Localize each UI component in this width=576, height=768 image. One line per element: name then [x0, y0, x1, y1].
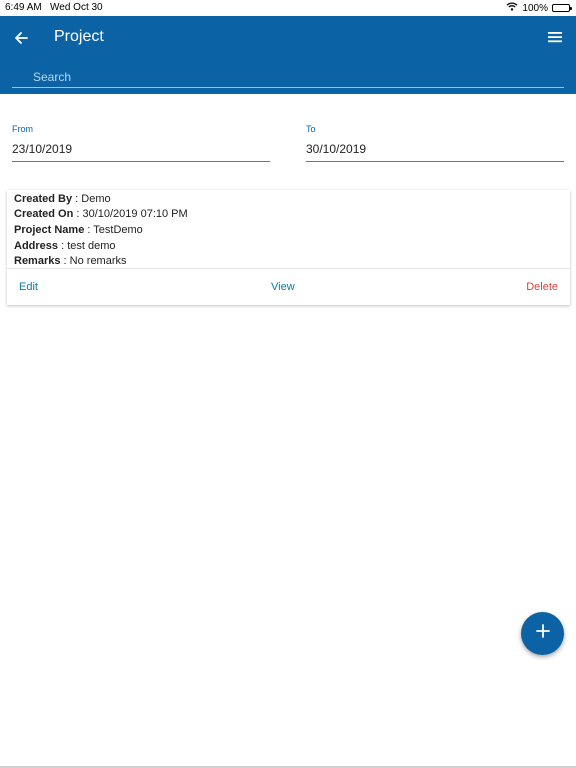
- project-card: Created By : Demo Created On : 30/10/201…: [7, 190, 570, 305]
- plus-icon: [535, 624, 550, 643]
- page-title: Project: [54, 28, 104, 45]
- delete-button[interactable]: Delete: [526, 281, 558, 293]
- remarks-value: : No remarks: [63, 255, 127, 267]
- status-date: Wed Oct 30: [50, 2, 103, 13]
- status-right: 100%: [506, 2, 572, 14]
- card-row-created-on: Created On : 30/10/2019 07:10 PM: [14, 208, 188, 220]
- card-row-address: Address : test demo: [14, 240, 116, 252]
- add-project-button[interactable]: [521, 612, 564, 655]
- created-by-value: : Demo: [75, 193, 111, 205]
- wifi-icon: [506, 2, 518, 14]
- address-value: : test demo: [61, 240, 116, 252]
- back-arrow-icon[interactable]: [10, 26, 34, 50]
- from-date-field[interactable]: From 23/10/2019: [12, 124, 270, 162]
- view-button[interactable]: View: [271, 281, 295, 293]
- app-bar: Project: [0, 16, 576, 94]
- created-on-label: Created On: [14, 208, 74, 220]
- card-row-remarks: Remarks : No remarks: [14, 255, 127, 267]
- search-bar: [12, 66, 564, 88]
- from-label: From: [12, 124, 33, 134]
- to-label: To: [306, 124, 316, 134]
- remarks-label: Remarks: [14, 255, 61, 267]
- created-on-value: : 30/10/2019 07:10 PM: [76, 208, 188, 220]
- status-time: 6:49 AM: [5, 2, 42, 13]
- to-date-input[interactable]: 30/10/2019: [306, 142, 564, 162]
- from-date-input[interactable]: 23/10/2019: [12, 142, 270, 162]
- edit-button[interactable]: Edit: [19, 281, 38, 293]
- card-divider: [7, 268, 570, 269]
- card-row-project-name: Project Name : TestDemo: [14, 224, 143, 236]
- status-bar: 6:49 AM Wed Oct 30 100%: [0, 0, 576, 16]
- created-by-label: Created By: [14, 193, 73, 205]
- search-input[interactable]: [12, 66, 564, 87]
- card-row-created-by: Created By : Demo: [14, 193, 111, 205]
- menu-icon[interactable]: [546, 28, 564, 46]
- battery-icon: [552, 4, 572, 12]
- project-name-value: : TestDemo: [87, 224, 143, 236]
- to-date-field[interactable]: To 30/10/2019: [306, 124, 564, 162]
- battery-percent: 100%: [522, 2, 548, 14]
- address-label: Address: [14, 240, 59, 252]
- project-name-label: Project Name: [14, 224, 85, 236]
